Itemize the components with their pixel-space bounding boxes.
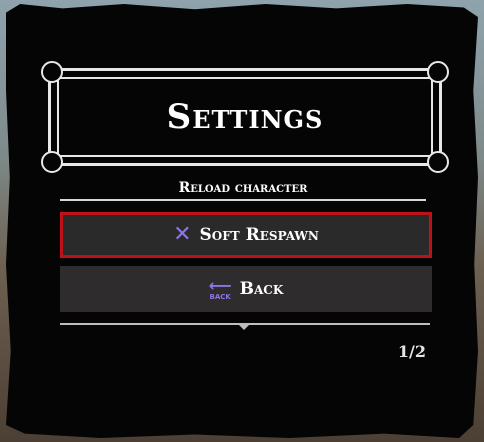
back-label: Back [239,279,284,299]
frame-corner-ornament [41,151,63,173]
soft-respawn-label: Soft Respawn [199,225,319,245]
frame-corner-ornament [427,61,449,83]
menu-subtitle: Reload character [178,180,308,196]
frame-corner-ornament [41,61,63,83]
page-title: Settings [166,97,324,137]
divider-notch-icon [237,323,251,330]
subtitle-divider [60,199,426,201]
title-frame: Settings [41,61,449,173]
back-arrow-icon: ⟵ BACK [208,275,232,301]
page-indicator: 1/2 [397,342,426,361]
back-button[interactable]: ⟵ BACK Back [60,266,432,312]
frame-corner-ornament [427,151,449,173]
x-button-icon: ✕ [173,222,192,247]
back-icon-caption: BACK [209,292,231,301]
soft-respawn-button[interactable]: ✕ Soft Respawn [60,212,432,258]
